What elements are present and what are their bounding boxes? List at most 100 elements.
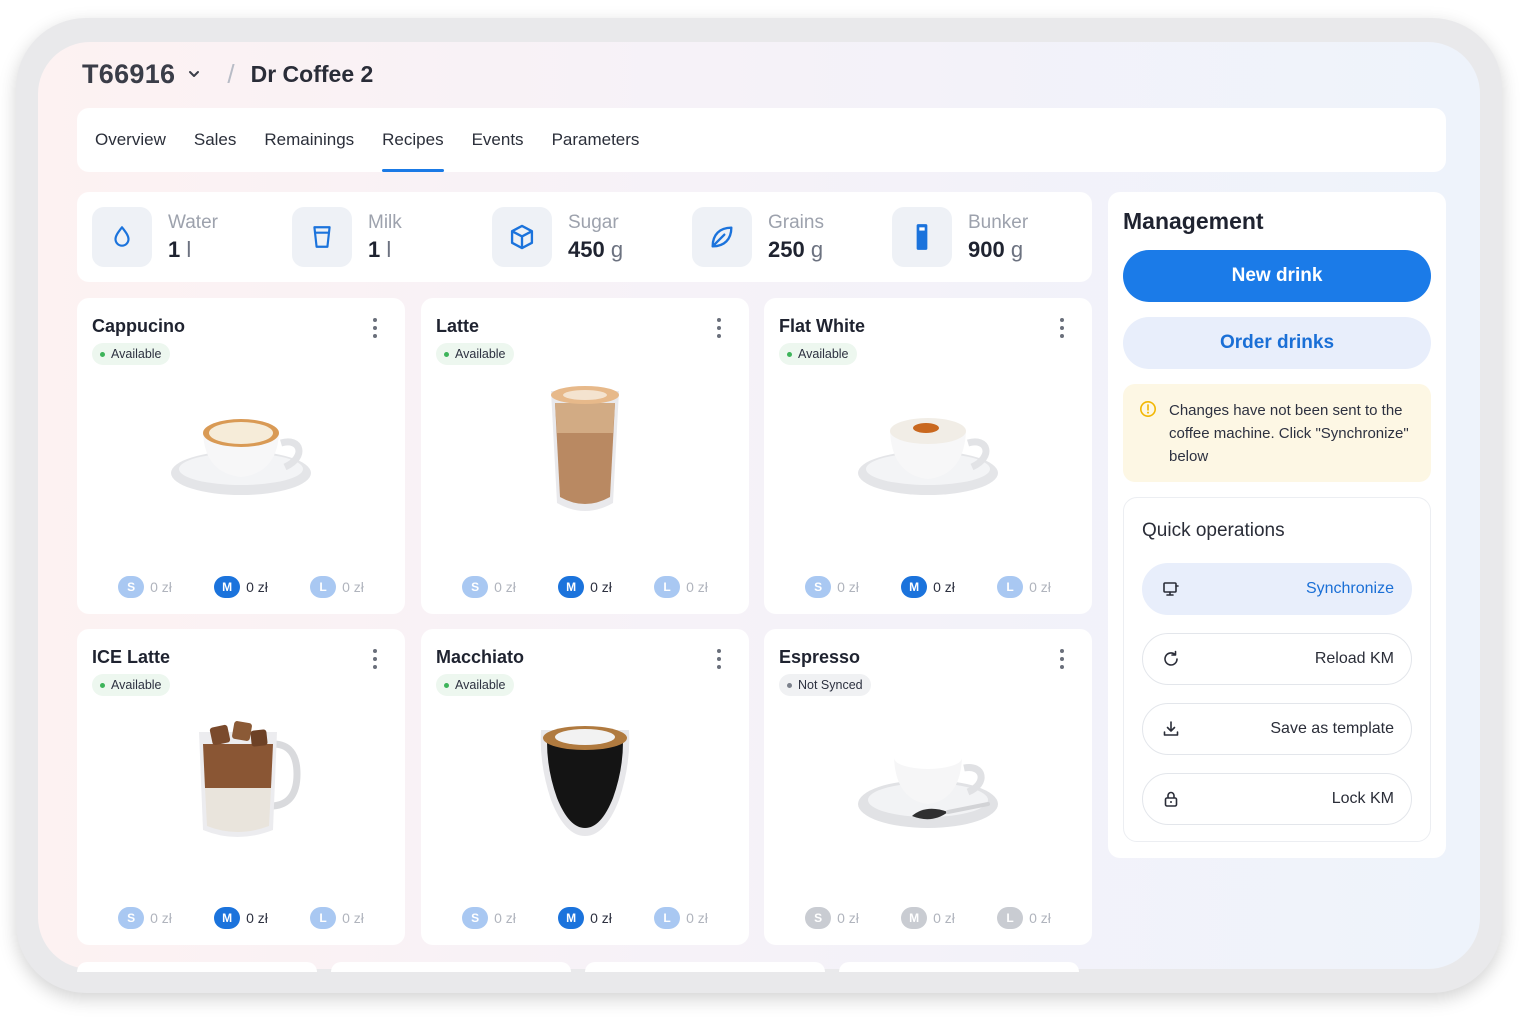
size-option-m[interactable]: M0 zł (214, 907, 268, 929)
machine-id-selector[interactable]: T66916 (82, 59, 175, 90)
more-vertical-icon[interactable] (363, 316, 387, 340)
resource-unit: g (610, 236, 624, 262)
reload-km-button[interactable]: Reload KM (1142, 633, 1412, 685)
resource-water: Water 1 l (92, 207, 218, 267)
sync-screen-icon (1163, 582, 1179, 596)
macchiato-glass-image (540, 726, 630, 836)
drink-card-cappucino[interactable]: Cappucino Available S0 zł M0 zł L0 zł (77, 298, 405, 614)
tab-remainings[interactable]: Remainings (264, 108, 354, 172)
sync-warning: Changes have not been sent to the coffee… (1123, 384, 1431, 482)
size-option-m[interactable]: M0 zł (558, 576, 612, 598)
quick-operations: Quick operations Synchronize Reload KM S… (1123, 497, 1431, 842)
management-title: Management (1123, 208, 1264, 234)
resource-grains: Grains 250 g (692, 207, 824, 267)
espresso-cup-image (858, 747, 998, 828)
more-vertical-icon[interactable] (363, 647, 387, 671)
size-option-s[interactable]: S0 zł (462, 576, 516, 598)
resource-sugar: Sugar 450 g (492, 207, 623, 267)
download-icon (1163, 721, 1179, 736)
resource-name: Milk (368, 211, 402, 233)
chevron-down-icon[interactable] (185, 65, 203, 83)
resource-unit: l (186, 236, 192, 262)
resource-value: 250 (768, 236, 805, 262)
breadcrumb: T66916 / Dr Coffee 2 (82, 54, 373, 94)
resource-unit: g (1010, 236, 1024, 262)
quick-operations-title: Quick operations (1142, 520, 1285, 541)
size-option-s[interactable]: S0 zł (118, 907, 172, 929)
size-prices: S0 zł M0 zł L0 zł (764, 907, 1092, 929)
size-option-m[interactable]: M0 zł (214, 576, 268, 598)
cube-icon (510, 224, 534, 250)
more-vertical-icon[interactable] (707, 316, 731, 340)
resource-bunker: Bunker 900 g (892, 207, 1028, 267)
drink-name: Cappucino (92, 316, 185, 336)
size-prices: S0 zł M0 zł L0 zł (764, 576, 1092, 598)
management-panel: Management New drink Order drinks Change… (1108, 192, 1446, 858)
more-vertical-icon[interactable] (707, 647, 731, 671)
status-badge: Available (436, 343, 514, 365)
drink-card-flat-white[interactable]: Flat White Available S0 zł M0 zł L0 zł (764, 298, 1092, 614)
drink-name: Flat White (779, 316, 865, 336)
tab-recipes[interactable]: Recipes (382, 108, 445, 172)
cappuccino-cup-image (171, 419, 311, 495)
more-vertical-icon[interactable] (1050, 647, 1074, 671)
drink-card-ice-latte[interactable]: ICE Latte Available S0 zł M0 zł L0 zł (77, 629, 405, 945)
size-option-m[interactable]: M0 zł (901, 576, 955, 598)
warning-text: Changes have not been sent to the coffee… (1169, 402, 1409, 465)
cup-icon (313, 226, 331, 248)
ice-latte-mug-image (199, 721, 301, 837)
card-stub (77, 962, 317, 972)
drink-card-espresso[interactable]: Espresso Not Synced S0 zł M0 zł L0 zł (764, 629, 1092, 945)
resource-name: Grains (768, 211, 824, 233)
size-option-m[interactable]: M0 zł (558, 907, 612, 929)
synchronize-button[interactable]: Synchronize (1142, 563, 1412, 615)
tab-events[interactable]: Events (472, 108, 524, 172)
resource-unit: g (810, 236, 824, 262)
size-prices: S0 zł M0 zł L0 zł (421, 576, 749, 598)
latte-glass-image (551, 386, 619, 511)
drink-card-macchiato[interactable]: Macchiato Available S0 zł M0 zł L0 zł (421, 629, 749, 945)
status-badge: Not Synced (779, 674, 871, 696)
resource-value: 1 (368, 236, 381, 262)
flat-white-cup-image (858, 418, 998, 495)
resource-value: 900 (968, 236, 1005, 262)
more-vertical-icon[interactable] (1050, 316, 1074, 340)
resources-panel: Water 1 l Milk 1 l Sugar 450 g Grains 25… (77, 192, 1092, 282)
save-as-template-button[interactable]: Save as template (1142, 703, 1412, 755)
lock-km-button[interactable]: Lock KM (1142, 773, 1412, 825)
drink-card-latte[interactable]: Latte Available S0 zł M0 zł L0 zł (421, 298, 749, 614)
size-option-m[interactable]: M0 zł (901, 907, 955, 929)
new-drink-button[interactable]: New drink (1123, 250, 1431, 302)
order-drinks-button[interactable]: Order drinks (1123, 317, 1431, 369)
tab-sales[interactable]: Sales (194, 108, 237, 172)
size-option-l[interactable]: L0 zł (310, 907, 364, 929)
size-option-s[interactable]: S0 zł (462, 907, 516, 929)
size-option-l[interactable]: L0 zł (654, 907, 708, 929)
drink-name: Macchiato (436, 647, 525, 667)
reload-icon (1164, 650, 1178, 666)
resource-name: Sugar (568, 211, 619, 233)
size-option-s[interactable]: S0 zł (805, 907, 859, 929)
size-prices: S0 zł M0 zł L0 zł (421, 907, 749, 929)
resource-value: 1 (168, 236, 181, 262)
tab-parameters[interactable]: Parameters (552, 108, 640, 172)
warning-icon (1139, 400, 1157, 418)
card-stub (331, 962, 571, 972)
water-drop-icon (114, 226, 130, 247)
bunker-icon (916, 224, 928, 250)
size-option-l[interactable]: L0 zł (654, 576, 708, 598)
drink-name: ICE Latte (92, 647, 171, 667)
breadcrumb-separator: / (227, 58, 235, 89)
tab-overview[interactable]: Overview (95, 108, 166, 172)
size-option-l[interactable]: L0 zł (997, 907, 1051, 929)
tab-bar: Overview Sales Remainings Recipes Events… (77, 108, 1446, 172)
size-option-l[interactable]: L0 zł (310, 576, 364, 598)
resource-milk: Milk 1 l (292, 207, 402, 267)
resource-name: Bunker (968, 211, 1029, 233)
status-badge: Available (779, 343, 857, 365)
size-option-s[interactable]: S0 zł (805, 576, 859, 598)
size-option-s[interactable]: S0 zł (118, 576, 172, 598)
status-badge: Available (436, 674, 514, 696)
resource-value: 450 (568, 236, 605, 262)
size-option-l[interactable]: L0 zł (997, 576, 1051, 598)
